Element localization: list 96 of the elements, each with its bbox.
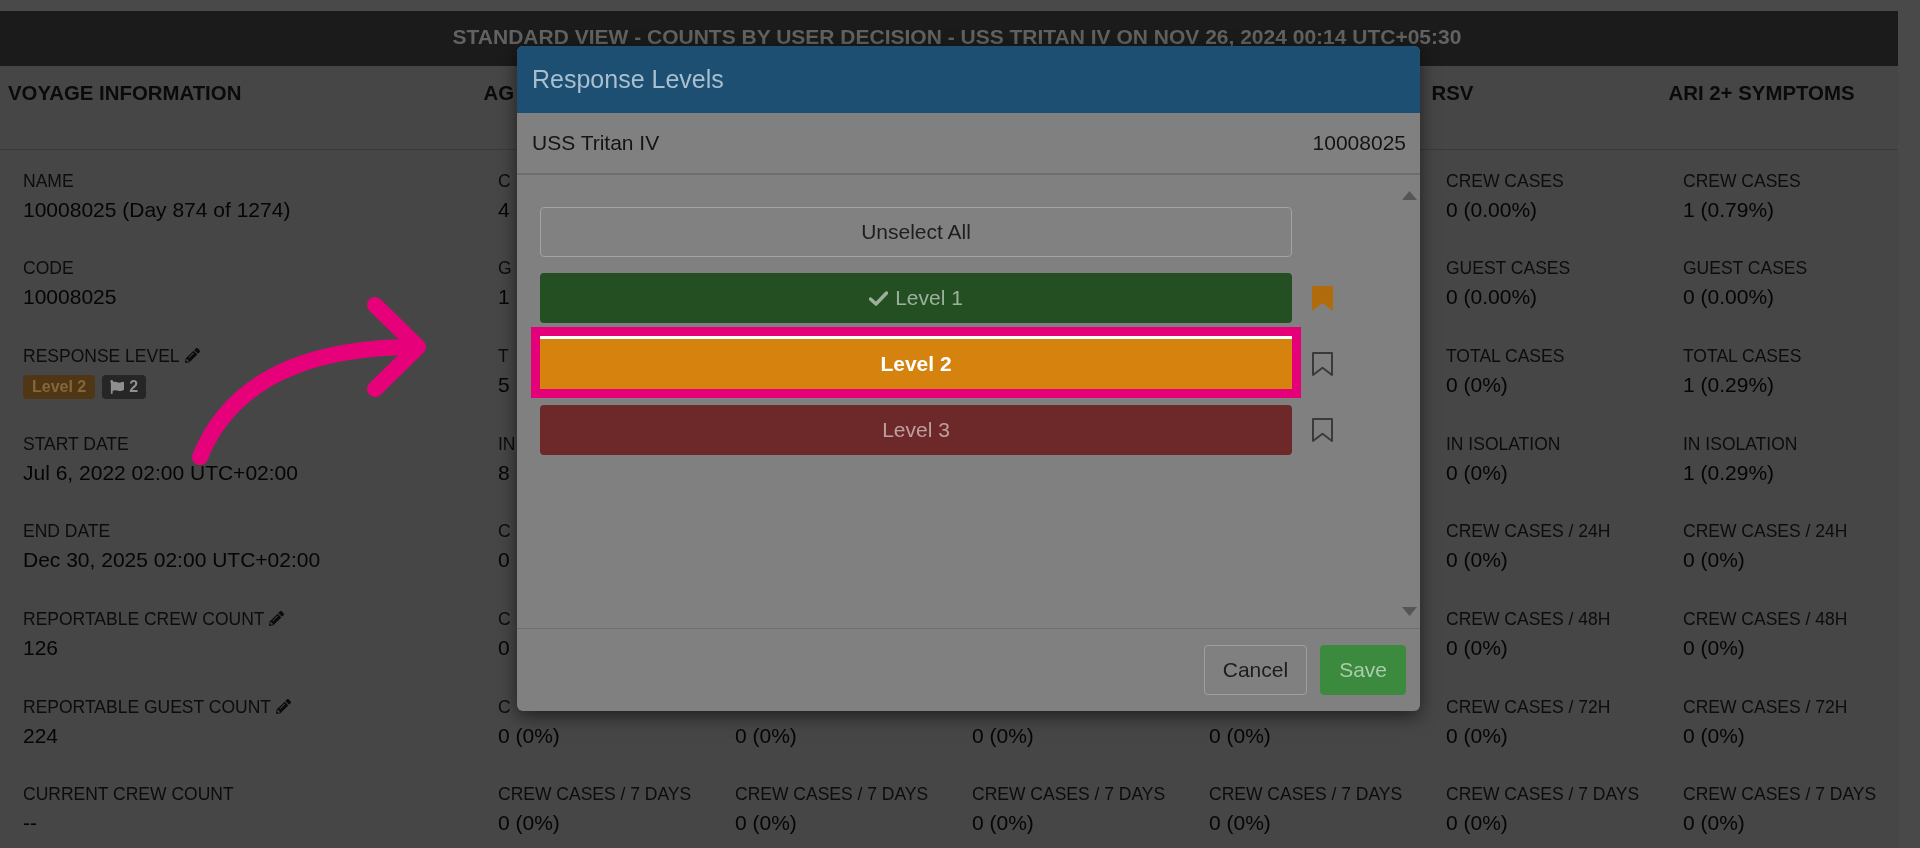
stat-value: 0 (0%)	[498, 810, 560, 837]
stat-value: 0 (0%)	[1446, 634, 1508, 661]
stat-value: 0 (0%)	[1683, 722, 1745, 749]
stat-label: C	[498, 169, 511, 193]
stat-label: CREW CASES / 48H	[1446, 607, 1611, 631]
bookmark-icon[interactable]	[1312, 417, 1333, 443]
stat-value: 0 (0%)	[735, 722, 797, 749]
unselect-all-button[interactable]: Unselect All	[540, 207, 1292, 257]
stat-value: 0 (0%)	[1209, 810, 1271, 837]
scroll-up-icon[interactable]	[1402, 191, 1417, 200]
stat-value: 0 (0%)	[735, 810, 797, 837]
field-label: NAME	[23, 169, 74, 193]
field-value: Dec 30, 2025 02:00 UTC+02:00	[23, 547, 321, 574]
field-label: START DATE	[23, 432, 129, 456]
save-button[interactable]: Save	[1320, 645, 1406, 695]
dialog-title: Response Levels	[532, 65, 724, 94]
stat-value: 0 (0%)	[498, 722, 560, 749]
stat-value: 0	[498, 547, 510, 574]
flag-icon	[110, 380, 125, 395]
stat-label: CREW CASES / 7 DAYS	[972, 783, 1166, 807]
stat-label: IN ISOLATION	[1446, 432, 1561, 456]
field-label: RESPONSE LEVEL	[23, 344, 180, 368]
stat-label: CREW CASES / 7 DAYS	[735, 783, 929, 807]
column-header: ARI 2+ SYMPTOMS	[1668, 81, 1855, 105]
pencil-icon[interactable]	[184, 348, 200, 364]
level-button[interactable]: Level 3	[540, 405, 1292, 455]
field-label: END DATE	[23, 520, 111, 544]
stat-label: CREW CASES / 72H	[1446, 695, 1611, 719]
stat-label: TOTAL CASES	[1683, 344, 1802, 368]
stat-value: 1	[498, 284, 510, 311]
field-value: Jul 6, 2022 02:00 UTC+02:00	[23, 459, 298, 486]
stat-label: IN	[498, 432, 516, 456]
stat-label: G	[498, 257, 512, 281]
report-title: STANDARD VIEW - COUNTS BY USER DECISION - USS TRITAN IV ON NOV 26, 2024 00:14 UTC+05:30	[452, 27, 1462, 46]
level-button[interactable]: Level 2	[540, 339, 1292, 389]
stat-value: 0	[498, 634, 510, 661]
stat-label: CREW CASES / 7 DAYS	[498, 783, 692, 807]
stat-label: CREW CASES / 24H	[1446, 520, 1611, 544]
vessel-name: USS Tritan IV	[532, 131, 660, 155]
stat-label: CREW CASES	[1446, 169, 1564, 193]
pencil-icon[interactable]	[269, 611, 285, 627]
stat-label: CREW CASES / 7 DAYS	[1683, 783, 1877, 807]
stat-value: 0 (0.00%)	[1683, 284, 1775, 311]
badge-count: 2	[129, 376, 139, 397]
field-value: 126	[23, 634, 59, 661]
stat-value: 1 (0.29%)	[1683, 371, 1775, 398]
stat-value: 0 (0%)	[1683, 634, 1745, 661]
field-value: 10008025	[23, 284, 117, 311]
stat-value: 0 (0%)	[1446, 371, 1508, 398]
column-header: RSV	[1431, 81, 1474, 105]
field-value: 224	[23, 722, 59, 749]
field-label: CURRENT CREW COUNT	[23, 783, 234, 807]
bookmark-icon[interactable]	[1312, 351, 1333, 377]
stat-value: 1 (0.29%)	[1683, 459, 1775, 486]
stat-label: GUEST CASES	[1446, 257, 1571, 281]
stat-value: 0 (0%)	[1446, 722, 1508, 749]
column-header: AG	[483, 81, 515, 105]
stat-label: CREW CASES / 24H	[1683, 520, 1848, 544]
stat-value: 0 (0.00%)	[1446, 196, 1538, 223]
stat-label: GUEST CASES	[1683, 257, 1808, 281]
vessel-code: 10008025	[1312, 131, 1406, 155]
field-label: REPORTABLE GUEST COUNT	[23, 695, 271, 719]
stat-value: 8	[498, 459, 510, 486]
stat-label: TOTAL CASES	[1446, 344, 1565, 368]
scroll-down-icon[interactable]	[1402, 607, 1417, 616]
level-button[interactable]: Level 1	[540, 273, 1292, 323]
stat-value: 5	[498, 371, 510, 398]
column-header: VOYAGE INFORMATION	[8, 81, 242, 105]
stat-label: C	[498, 695, 511, 719]
field-value: --	[23, 810, 37, 837]
field-label: REPORTABLE CREW COUNT	[23, 607, 265, 631]
cancel-button[interactable]: Cancel	[1203, 645, 1308, 695]
stat-value: 0 (0%)	[1683, 547, 1745, 574]
stat-value: 0 (0%)	[972, 722, 1034, 749]
stat-label: C	[498, 520, 511, 544]
stat-value: 0 (0.00%)	[1446, 284, 1538, 311]
stat-label: CREW CASES / 72H	[1683, 695, 1848, 719]
field-label: CODE	[23, 257, 74, 281]
stat-label: C	[498, 607, 511, 631]
stat-value: 0 (0%)	[1446, 547, 1508, 574]
stat-label: CREW CASES / 7 DAYS	[1209, 783, 1403, 807]
stat-value: 4	[498, 196, 510, 223]
stat-label: IN ISOLATION	[1683, 432, 1798, 456]
stat-label: CREW CASES / 7 DAYS	[1446, 783, 1640, 807]
stat-label: T	[498, 344, 509, 368]
check-icon	[869, 290, 889, 306]
stat-value: 0 (0%)	[1446, 810, 1508, 837]
stat-label: CREW CASES / 48H	[1683, 607, 1848, 631]
stat-value: 0 (0%)	[972, 810, 1034, 837]
pencil-icon[interactable]	[275, 699, 291, 715]
stat-value: 0 (0%)	[1683, 810, 1745, 837]
stat-value: 0 (0%)	[1446, 459, 1508, 486]
field-value: 10008025 (Day 874 of 1274)	[23, 196, 291, 223]
stat-label: CREW CASES	[1683, 169, 1801, 193]
stat-value: 1 (0.79%)	[1683, 196, 1775, 223]
stat-value: 0 (0%)	[1209, 722, 1271, 749]
